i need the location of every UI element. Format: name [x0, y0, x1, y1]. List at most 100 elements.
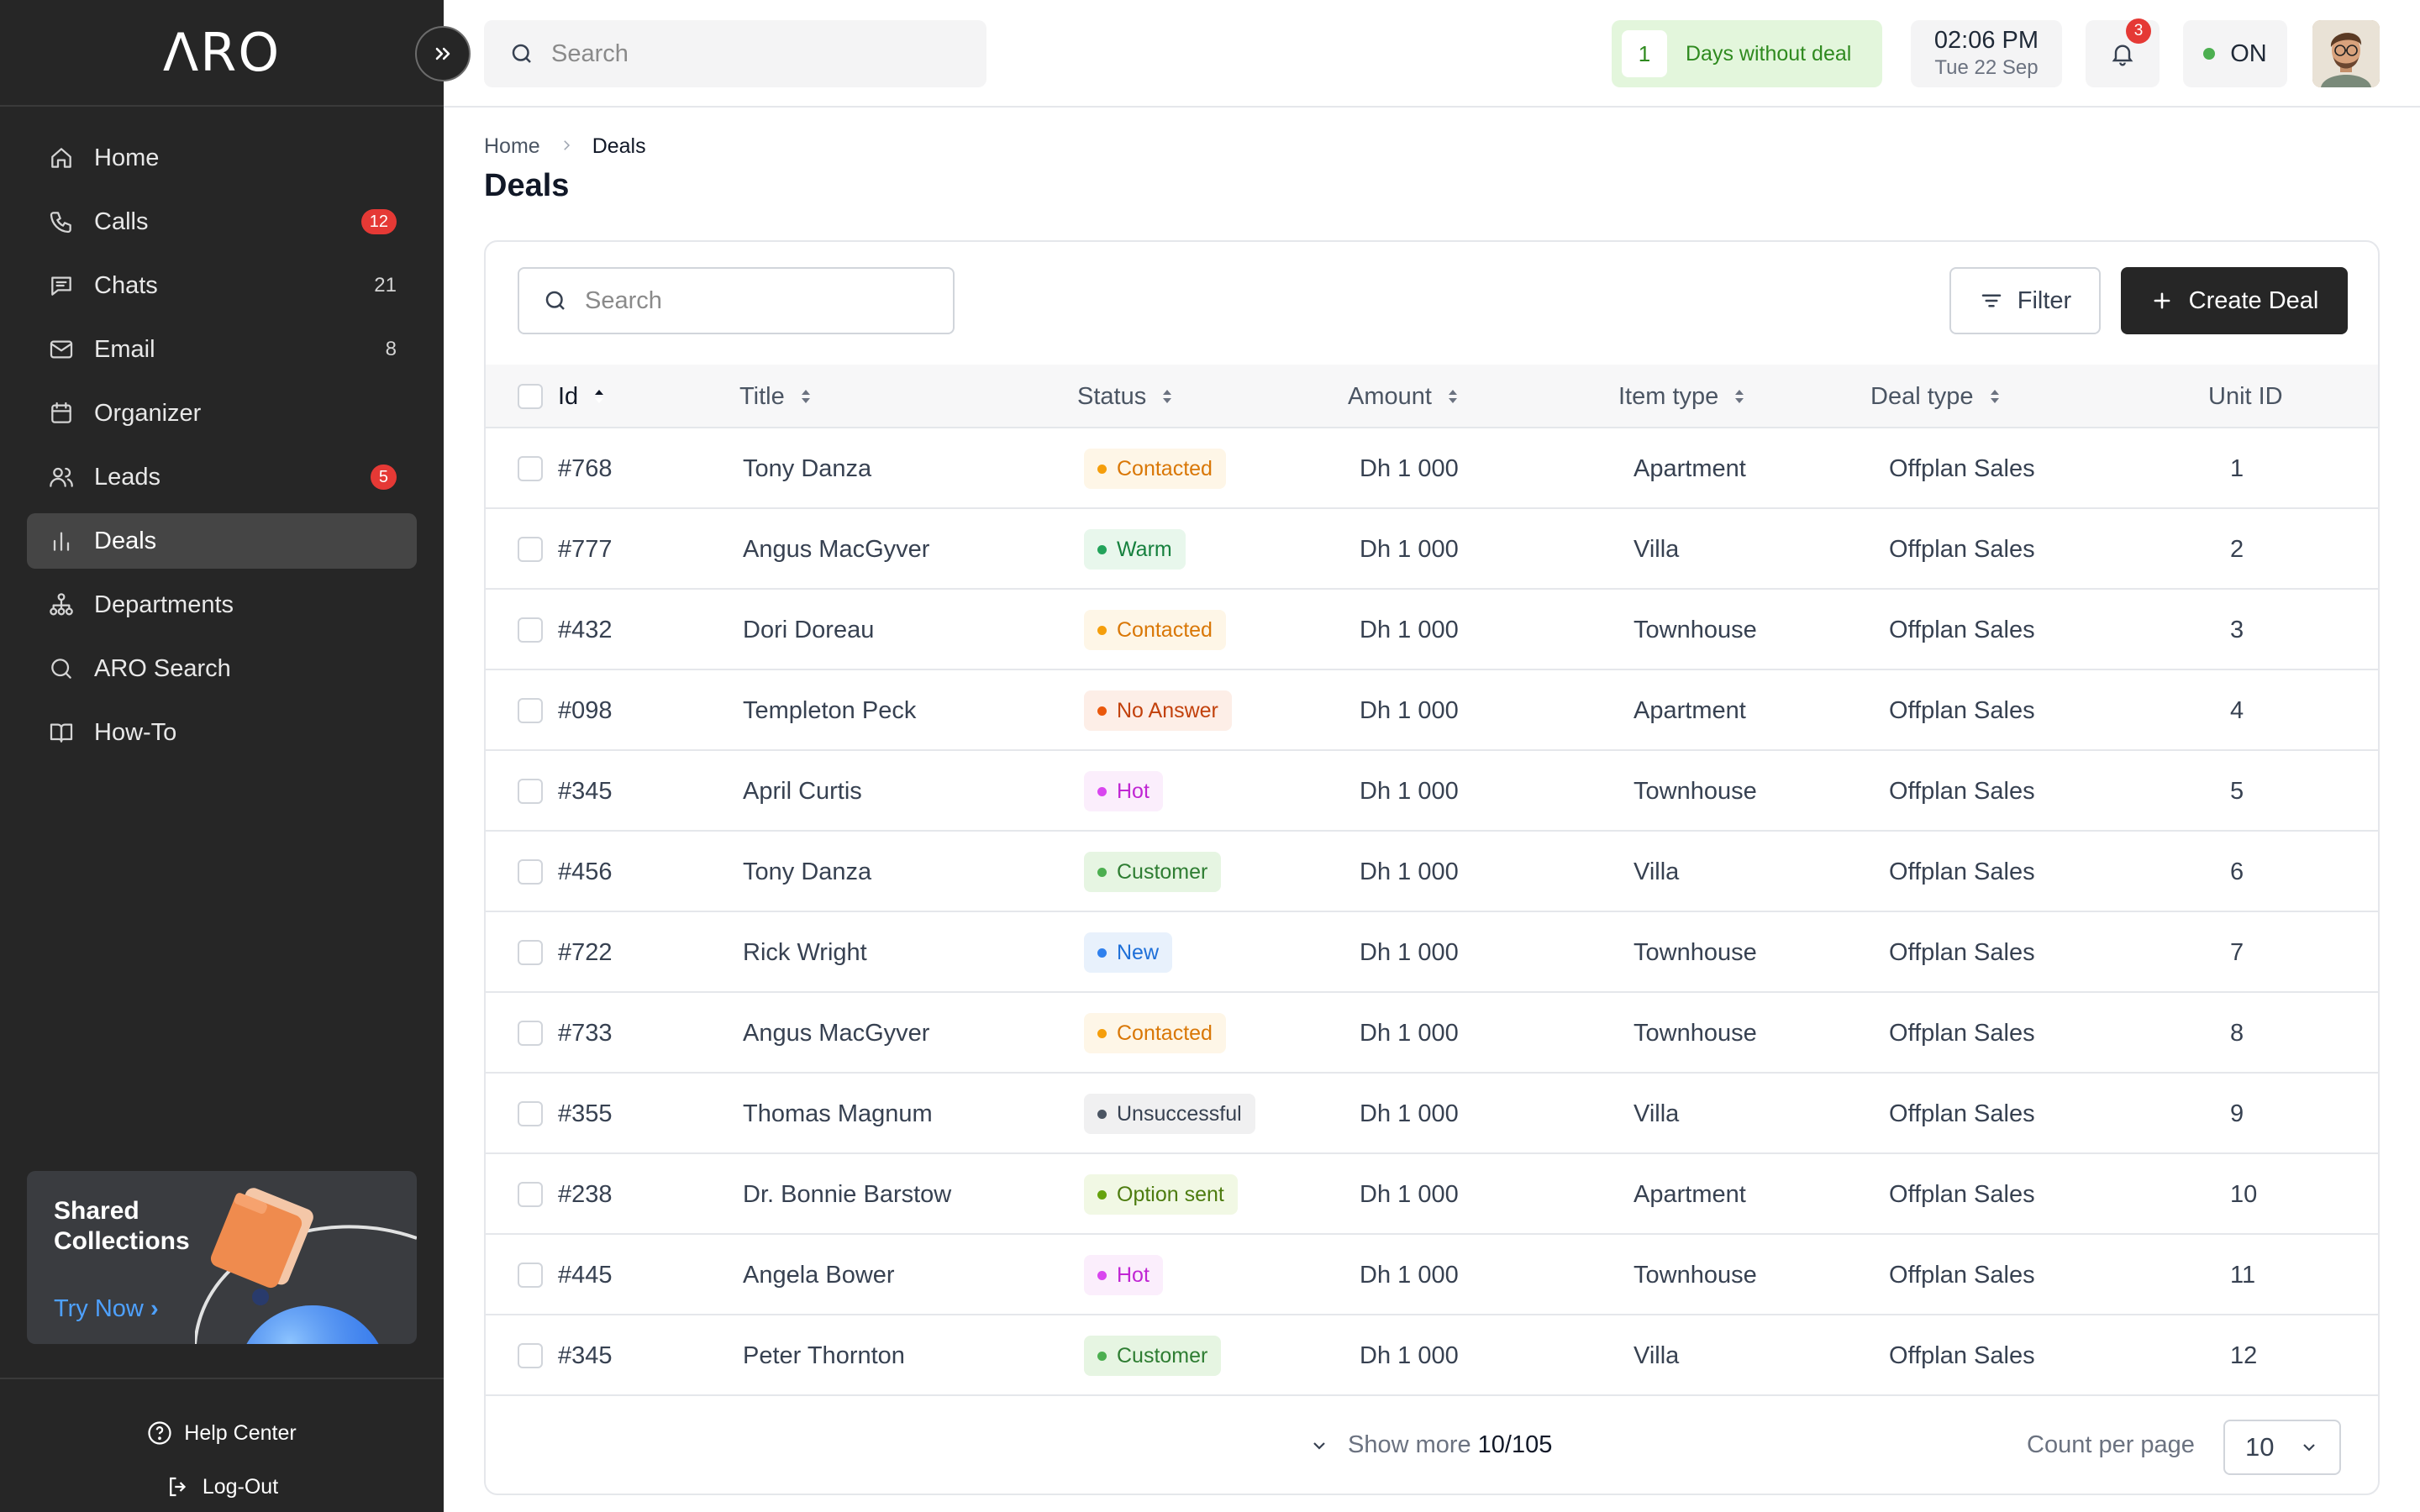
cell-item-type: Townhouse [1634, 616, 1757, 643]
row-checkbox[interactable] [518, 832, 543, 912]
table-row[interactable]: #345 April Curtis Hot Dh 1 000 Townhouse Offp… [486, 751, 2378, 832]
cell-amount: Dh 1 000 [1360, 454, 1459, 482]
logout-link[interactable]: Log-Out [0, 1473, 444, 1500]
table-row[interactable]: #355 Thomas Magnum Unsuccessful Dh 1 000 Vil… [486, 1074, 2378, 1154]
cell-item-type: Apartment [1634, 696, 1746, 724]
table-row[interactable]: #768 Tony Danza Contacted Dh 1 000 Apartment… [486, 428, 2378, 509]
column-header-unit-id[interactable]: Unit ID [2208, 365, 2283, 428]
topbar: Search 1 Days without deal 02:06 PM Tue … [444, 0, 2420, 108]
sort-icon [1163, 390, 1172, 403]
row-checkbox[interactable] [518, 1074, 543, 1154]
column-header-amount[interactable]: Amount [1348, 365, 1459, 428]
expand-sidebar-button[interactable] [415, 26, 471, 81]
table-row[interactable]: #733 Angus MacGyver Contacted Dh 1 000 Townh… [486, 993, 2378, 1074]
notifications-count-badge: 3 [2126, 18, 2151, 44]
cell-unit-id: 5 [2230, 777, 2244, 805]
search-icon [545, 291, 565, 310]
cell-title: Thomas Magnum [743, 1100, 933, 1127]
availability-toggle[interactable]: ON [2183, 20, 2287, 87]
sidebar-item-how-to[interactable]: How-To [27, 705, 417, 760]
table-row[interactable]: #445 Angela Bower Hot Dh 1 000 Townhouse Offp… [486, 1235, 2378, 1315]
cell-item-type: Villa [1634, 535, 1680, 563]
cell-title: Angela Bower [743, 1261, 895, 1289]
sidebar-item-chats[interactable]: Chats 21 [27, 258, 417, 313]
sidebar-footer: Help Center Log-Out [0, 1378, 444, 1512]
user-avatar[interactable] [2312, 20, 2380, 87]
status-label: No Answer [1117, 698, 1218, 722]
book-icon [47, 718, 76, 747]
sidebar-item-calls[interactable]: Calls 12 [27, 194, 417, 249]
status-badge: Hot [1084, 1255, 1163, 1295]
count-per-page-select[interactable]: 10 [2223, 1420, 2341, 1475]
row-checkbox[interactable] [518, 1235, 543, 1315]
row-checkbox[interactable] [518, 912, 543, 993]
breadcrumb-home-link[interactable]: Home [484, 134, 540, 159]
sidebar-item-aro-search[interactable]: ARO Search [27, 641, 417, 696]
days-without-deal-label: Days without deal [1686, 41, 1852, 66]
chevron-down-icon [1313, 1441, 1325, 1450]
help-center-link[interactable]: Help Center [0, 1420, 444, 1446]
table-row[interactable]: #456 Tony Danza Customer Dh 1 000 Villa Offpl… [486, 832, 2378, 912]
cell-unit-id: 10 [2230, 1180, 2258, 1208]
column-header-item-type[interactable]: Item type [1618, 365, 1745, 428]
cell-deal-type: Offplan Sales [1889, 1180, 2035, 1208]
row-checkbox[interactable] [518, 751, 543, 832]
logo-area: ΛRO [0, 0, 444, 107]
row-checkbox[interactable] [518, 428, 543, 509]
column-header-deal-type[interactable]: Deal type [1870, 365, 2001, 428]
row-checkbox[interactable] [518, 670, 543, 751]
row-checkbox[interactable] [518, 993, 543, 1074]
column-header-status[interactable]: Status [1077, 365, 1173, 428]
table-row[interactable]: #238 Dr. Bonnie Barstow Option sent Dh 1 00… [486, 1154, 2378, 1235]
status-dot [1097, 1028, 1107, 1038]
sidebar-item-deals[interactable]: Deals [27, 513, 417, 569]
promo-title: Shared Collections [54, 1197, 190, 1255]
search-icon [512, 44, 531, 63]
cell-id: #445 [558, 1261, 613, 1289]
cell-id: #345 [558, 777, 613, 805]
show-more-button[interactable]: Show more 10/105 [1309, 1431, 1552, 1459]
show-more-progress: 10/105 [1477, 1431, 1553, 1458]
row-checkbox[interactable] [518, 1315, 543, 1396]
cell-amount: Dh 1 000 [1360, 858, 1459, 885]
aro-logo: ΛRO [162, 22, 281, 83]
select-all-checkbox[interactable] [518, 365, 543, 428]
table-row[interactable]: #777 Angus MacGyver Warm Dh 1 000 Villa Offpl… [486, 509, 2378, 590]
sidebar-item-email[interactable]: Email 8 [27, 322, 417, 377]
row-checkbox[interactable] [518, 509, 543, 590]
sidebar-item-organizer[interactable]: Organizer [27, 386, 417, 441]
cell-amount: Dh 1 000 [1360, 1100, 1459, 1127]
global-search-input[interactable]: Search [484, 20, 986, 87]
sidebar-item-departments[interactable]: Departments [27, 577, 417, 633]
status-label: Contacted [1117, 617, 1213, 642]
promo-try-now-link[interactable]: Try Now › [54, 1295, 159, 1323]
column-header-id[interactable]: Id [558, 365, 605, 428]
cell-title: Tony Danza [743, 454, 872, 482]
deals-search-input[interactable]: Search [518, 267, 955, 334]
cell-amount: Dh 1 000 [1360, 696, 1459, 724]
table-row[interactable]: #432 Dori Doreau Contacted Dh 1 000 Townhous… [486, 590, 2378, 670]
column-header-title[interactable]: Title [739, 365, 812, 428]
sidebar-item-home[interactable]: Home [27, 130, 417, 186]
cell-status: Contacted [1084, 993, 1226, 1074]
cell-status: Unsuccessful [1084, 1074, 1255, 1154]
row-checkbox[interactable] [518, 1154, 543, 1235]
notifications-button[interactable]: 3 [2086, 18, 2160, 87]
cell-status: Contacted [1084, 428, 1226, 509]
cell-amount: Dh 1 000 [1360, 938, 1459, 966]
cell-deal-type: Offplan Sales [1889, 535, 2035, 563]
table-row[interactable]: #345 Peter Thornton Customer Dh 1 000 Villa O… [486, 1315, 2378, 1396]
shared-collections-promo[interactable]: Shared Collections Try Now › [27, 1171, 417, 1344]
chevron-right-icon: › [150, 1295, 159, 1322]
create-deal-button[interactable]: Create Deal [2121, 267, 2348, 334]
clock-time: 02:06 PM [1933, 27, 2039, 54]
table-row[interactable]: #722 Rick Wright New Dh 1 000 Townhouse Offpl… [486, 912, 2378, 993]
filter-button[interactable]: Filter [1949, 267, 2101, 334]
help-center-label: Help Center [184, 1420, 297, 1445]
table-row[interactable]: #098 Templeton Peck No Answer Dh 1 000 Apart… [486, 670, 2378, 751]
row-checkbox[interactable] [518, 590, 543, 670]
cell-id: #722 [558, 938, 613, 966]
home-icon [47, 144, 76, 172]
sidebar-item-leads[interactable]: Leads 5 [27, 449, 417, 505]
status-label: Contacted [1117, 1021, 1213, 1045]
